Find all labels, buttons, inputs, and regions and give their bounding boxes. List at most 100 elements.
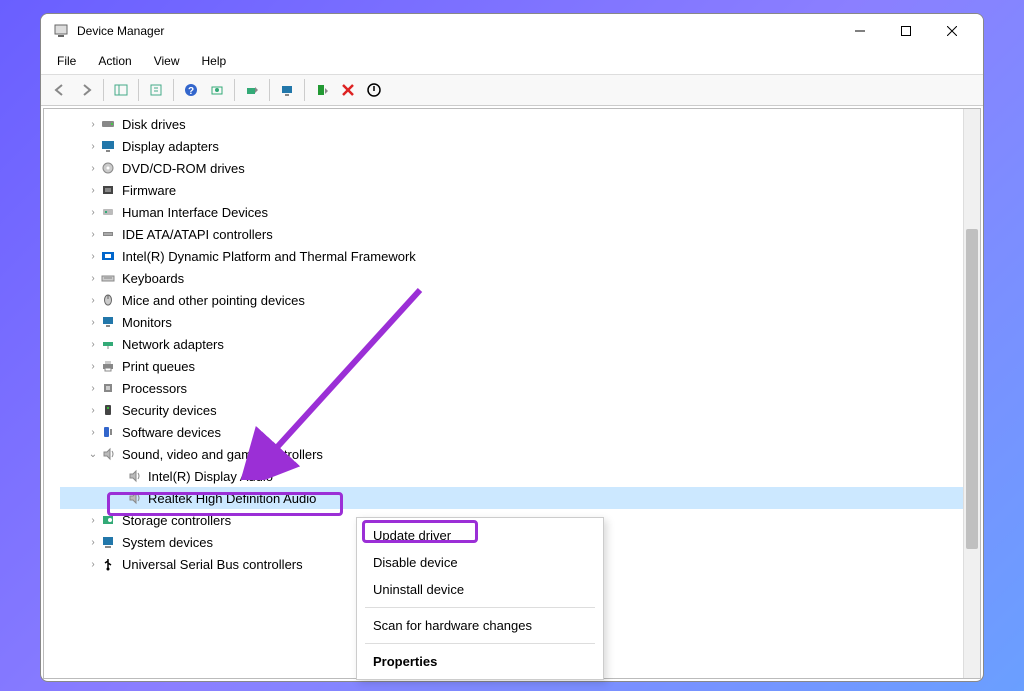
tree-node-label: Security devices: [122, 403, 217, 418]
chevron-icon[interactable]: ›: [86, 317, 100, 328]
tree-node-label: Firmware: [122, 183, 176, 198]
menu-view[interactable]: View: [144, 50, 190, 72]
back-button[interactable]: [47, 78, 73, 102]
chevron-icon[interactable]: ›: [86, 339, 100, 350]
context-menu-separator: [365, 607, 595, 608]
chevron-icon[interactable]: ⌄: [86, 449, 100, 460]
chevron-icon[interactable]: ›: [86, 383, 100, 394]
tree-node-network[interactable]: › Network adapters: [60, 333, 980, 355]
disable-device-button[interactable]: [361, 78, 387, 102]
minimize-button[interactable]: [837, 16, 883, 46]
tree-node-ide[interactable]: ›IDE ATA/ATAPI controllers: [60, 223, 980, 245]
toolbar-separator: [138, 79, 139, 101]
keyboard-icon: [100, 270, 118, 286]
window-title: Device Manager: [77, 24, 837, 38]
context-menu-item-uninstall-device[interactable]: Uninstall device: [357, 576, 603, 603]
tree-node-disk[interactable]: › Disk drives: [60, 113, 980, 135]
chevron-icon[interactable]: ›: [86, 185, 100, 196]
tree-node-mouse[interactable]: › Mice and other pointing devices: [60, 289, 980, 311]
tree-node-label: Processors: [122, 381, 187, 396]
storage-icon: [100, 512, 118, 528]
tree-node-dvd[interactable]: › DVD/CD-ROM drives: [60, 157, 980, 179]
tree-node-monitor[interactable]: ›Monitors: [60, 311, 980, 333]
toolbar-separator: [269, 79, 270, 101]
tree-node-display[interactable]: ›Display adapters: [60, 135, 980, 157]
tree-node-label: Software devices: [122, 425, 221, 440]
tree-child-node[interactable]: Intel(R) Display Audio: [60, 465, 980, 487]
tree-node-security[interactable]: › Security devices: [60, 399, 980, 421]
context-menu-item-update-driver[interactable]: Update driver: [357, 522, 603, 549]
app-icon: [53, 23, 69, 39]
chevron-icon[interactable]: ›: [86, 427, 100, 438]
tree-node-sound[interactable]: ⌄Sound, video and game controllers: [60, 443, 980, 465]
chevron-icon[interactable]: ›: [86, 361, 100, 372]
sound-icon: [126, 468, 144, 484]
menu-action[interactable]: Action: [88, 50, 141, 72]
monitor-icon: [100, 314, 118, 330]
context-menu: Update driverDisable deviceUninstall dev…: [356, 517, 604, 680]
vertical-scrollbar[interactable]: [963, 109, 980, 678]
disk-icon: [100, 116, 118, 132]
menu-file[interactable]: File: [47, 50, 86, 72]
maximize-button[interactable]: [883, 16, 929, 46]
tree-node-keyboard[interactable]: ›Keyboards: [60, 267, 980, 289]
toolbar-separator: [103, 79, 104, 101]
security-icon: [100, 402, 118, 418]
sound-icon: [100, 446, 118, 462]
context-menu-item-scan-for-hardware-changes[interactable]: Scan for hardware changes: [357, 612, 603, 639]
menubar: File Action View Help: [41, 48, 983, 75]
tree-node-label: Print queues: [122, 359, 195, 374]
tree-node-firmware[interactable]: › Firmware: [60, 179, 980, 201]
toolbar: ?: [41, 75, 983, 106]
tree-node-cpu[interactable]: › Processors: [60, 377, 980, 399]
printer-icon: [100, 358, 118, 374]
chevron-icon[interactable]: ›: [86, 119, 100, 130]
chevron-icon[interactable]: ›: [86, 537, 100, 548]
usb-icon: [100, 556, 118, 572]
tree-child-node[interactable]: Realtek High Definition Audio: [60, 487, 980, 509]
context-menu-item-disable-device[interactable]: Disable device: [357, 549, 603, 576]
update-driver-button[interactable]: [239, 78, 265, 102]
chevron-icon[interactable]: ›: [86, 251, 100, 262]
tree-node-label: Human Interface Devices: [122, 205, 268, 220]
chevron-icon[interactable]: ›: [86, 207, 100, 218]
chevron-icon[interactable]: ›: [86, 559, 100, 570]
context-menu-item-properties[interactable]: Properties: [357, 648, 603, 675]
chevron-icon[interactable]: ›: [86, 405, 100, 416]
menu-help[interactable]: Help: [192, 50, 237, 72]
software-icon: [100, 424, 118, 440]
tree-node-label: Disk drives: [122, 117, 186, 132]
tree-node-hid[interactable]: › Human Interface Devices: [60, 201, 980, 223]
chevron-icon[interactable]: ›: [86, 515, 100, 526]
titlebar: Device Manager: [41, 14, 983, 48]
properties-button[interactable]: [143, 78, 169, 102]
scan-hardware-button[interactable]: [204, 78, 230, 102]
firmware-icon: [100, 182, 118, 198]
cpu-icon: [100, 380, 118, 396]
tree-node-printer[interactable]: › Print queues: [60, 355, 980, 377]
chevron-icon[interactable]: ›: [86, 273, 100, 284]
uninstall-device-button[interactable]: [335, 78, 361, 102]
tree-node-label: Network adapters: [122, 337, 224, 352]
scroll-thumb[interactable]: [966, 229, 978, 549]
chevron-icon[interactable]: ›: [86, 229, 100, 240]
tree-node-label: Intel(R) Display Audio: [148, 469, 273, 484]
tree-node-label: Mice and other pointing devices: [122, 293, 305, 308]
tree-node-label: Intel(R) Dynamic Platform and Thermal Fr…: [122, 249, 416, 264]
tree-node-software[interactable]: › Software devices: [60, 421, 980, 443]
chevron-icon[interactable]: ›: [86, 163, 100, 174]
chevron-icon[interactable]: ›: [86, 295, 100, 306]
forward-button[interactable]: [73, 78, 99, 102]
monitor-button[interactable]: [274, 78, 300, 102]
device-tree[interactable]: ›Disk drives›Display adapters›DVD/CD-ROM…: [44, 109, 980, 579]
dvd-icon: [100, 160, 118, 176]
tree-node-label: Storage controllers: [122, 513, 231, 528]
help-button[interactable]: ?: [178, 78, 204, 102]
tree-node-label: DVD/CD-ROM drives: [122, 161, 245, 176]
tree-node-intel[interactable]: › Intel(R) Dynamic Platform and Thermal F…: [60, 245, 980, 267]
chevron-icon[interactable]: ›: [86, 141, 100, 152]
ide-icon: [100, 226, 118, 242]
enable-device-button[interactable]: [309, 78, 335, 102]
show-hide-tree-button[interactable]: [108, 78, 134, 102]
close-button[interactable]: [929, 16, 975, 46]
